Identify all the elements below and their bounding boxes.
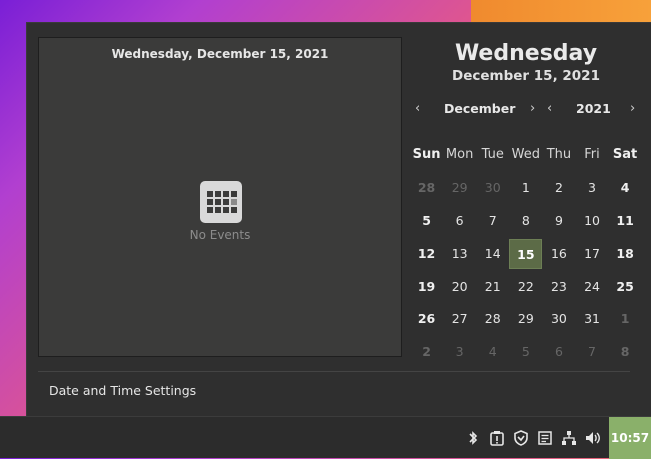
calendar-day[interactable]: 17 [575,239,608,269]
calendar-day[interactable]: 24 [575,272,608,302]
calendar-day[interactable]: 30 [542,304,575,334]
calendar-day[interactable]: 8 [509,206,542,236]
no-events-label: No Events [189,228,251,242]
calendar-week-row: 12 13 14 15 16 17 18 [410,237,642,270]
calendar-day[interactable]: 19 [410,272,443,302]
weekday-header: Mon [445,147,474,163]
month-label: December [444,101,516,116]
calendar-week-row: 5 6 7 8 9 10 11 [410,205,642,238]
weekday-header: Sun [412,147,441,163]
volume-icon[interactable] [581,417,605,459]
calendar-day[interactable]: 4 [476,337,509,367]
calendar-day[interactable]: 11 [609,206,642,236]
calendar-day[interactable]: 23 [542,272,575,302]
calendar-day[interactable]: 3 [575,173,608,203]
calendar-widget: Wednesday December 15, 2021 ‹ December ›… [410,37,642,359]
calendar-day[interactable]: 12 [410,239,443,269]
calendar-day[interactable]: 21 [476,272,509,302]
calendar-day[interactable]: 27 [443,304,476,334]
month-year-nav: ‹ December › ‹ 2021 › [410,101,642,121]
calendar-day[interactable]: 22 [509,272,542,302]
calendar-day[interactable]: 3 [443,337,476,367]
calendar-day[interactable]: 9 [542,206,575,236]
calendar-week-row: 2345678 [410,336,642,369]
divider [38,371,630,372]
next-month-button[interactable]: › [530,101,535,116]
calendar-day[interactable]: 2 [410,337,443,367]
weekday-header: Tue [481,147,504,163]
calendar-day[interactable]: 5 [509,337,542,367]
system-tray [461,417,605,459]
weekday-header: Wed [511,147,540,163]
calendar-day[interactable]: 8 [609,337,642,367]
prev-month-button[interactable]: ‹ [415,101,420,116]
calendar-day[interactable]: 1 [609,304,642,334]
date-time-settings-link[interactable]: Date and Time Settings [49,383,196,398]
calendar-day[interactable]: 25 [609,272,642,302]
weekday-header: Thu [546,147,572,163]
weekday-header: Sat [612,147,638,163]
events-panel: Wednesday, December 15, 2021 No Events [38,37,402,357]
calendar-day[interactable]: 5 [410,206,443,236]
year-label: 2021 [576,101,611,116]
calendar-day[interactable]: 1 [509,173,542,203]
calendar-day[interactable]: 20 [443,272,476,302]
calendar-week-row: 28 29 30 1 2 3 4 [410,172,642,205]
update-manager-icon[interactable] [485,417,509,459]
weekday-header: Fri [584,147,600,163]
calendar-day[interactable]: 28 [476,304,509,334]
calendar-day[interactable]: 31 [575,304,608,334]
calendar-day[interactable]: 2 [542,173,575,203]
shield-icon[interactable] [509,417,533,459]
weekday-header-row: Sun Mon Tue Wed Thu Fri Sat [410,139,642,172]
calendar-day[interactable]: 14 [476,239,509,269]
bluetooth-icon[interactable] [461,417,485,459]
calendar-day-today[interactable]: 15 [509,238,543,269]
calendar-day[interactable]: 7 [575,337,608,367]
calendar-week-row: 26 27 28 29 30 31 1 [410,303,642,336]
calendar-day[interactable]: 30 [476,173,509,203]
calendar-day[interactable]: 29 [509,304,542,334]
calendar-day[interactable]: 13 [443,239,476,269]
calendar-day[interactable]: 10 [575,206,608,236]
bottom-panel: 10:57 [0,416,651,459]
calendar-day[interactable]: 4 [609,173,642,203]
weekday-heading[interactable]: Wednesday [410,41,642,66]
calendar-week-row: 19 20 21 22 23 24 25 [410,270,642,303]
prev-year-button[interactable]: ‹ [547,101,552,116]
calendar-grid: Sun Mon Tue Wed Thu Fri Sat 28 29 30 1 2 3 4 5 6… [410,139,642,369]
calendar-day[interactable]: 29 [443,173,476,203]
calendar-day[interactable]: 18 [609,239,642,269]
notes-icon[interactable] [533,417,557,459]
network-icon[interactable] [557,417,581,459]
calendar-day[interactable]: 26 [410,304,443,334]
calendar-day[interactable]: 28 [410,173,443,203]
calendar-icon [200,181,242,223]
calendar-day[interactable]: 16 [542,239,575,269]
calendar-day[interactable]: 6 [443,206,476,236]
date-heading[interactable]: December 15, 2021 [410,68,642,84]
clock-applet[interactable]: 10:57 [609,417,651,459]
calendar-applet-popup: Wednesday, December 15, 2021 No Events W… [26,22,651,417]
next-year-button[interactable]: › [630,101,635,116]
events-date-heading: Wednesday, December 15, 2021 [111,47,329,61]
calendar-day[interactable]: 7 [476,206,509,236]
calendar-day[interactable]: 6 [542,337,575,367]
